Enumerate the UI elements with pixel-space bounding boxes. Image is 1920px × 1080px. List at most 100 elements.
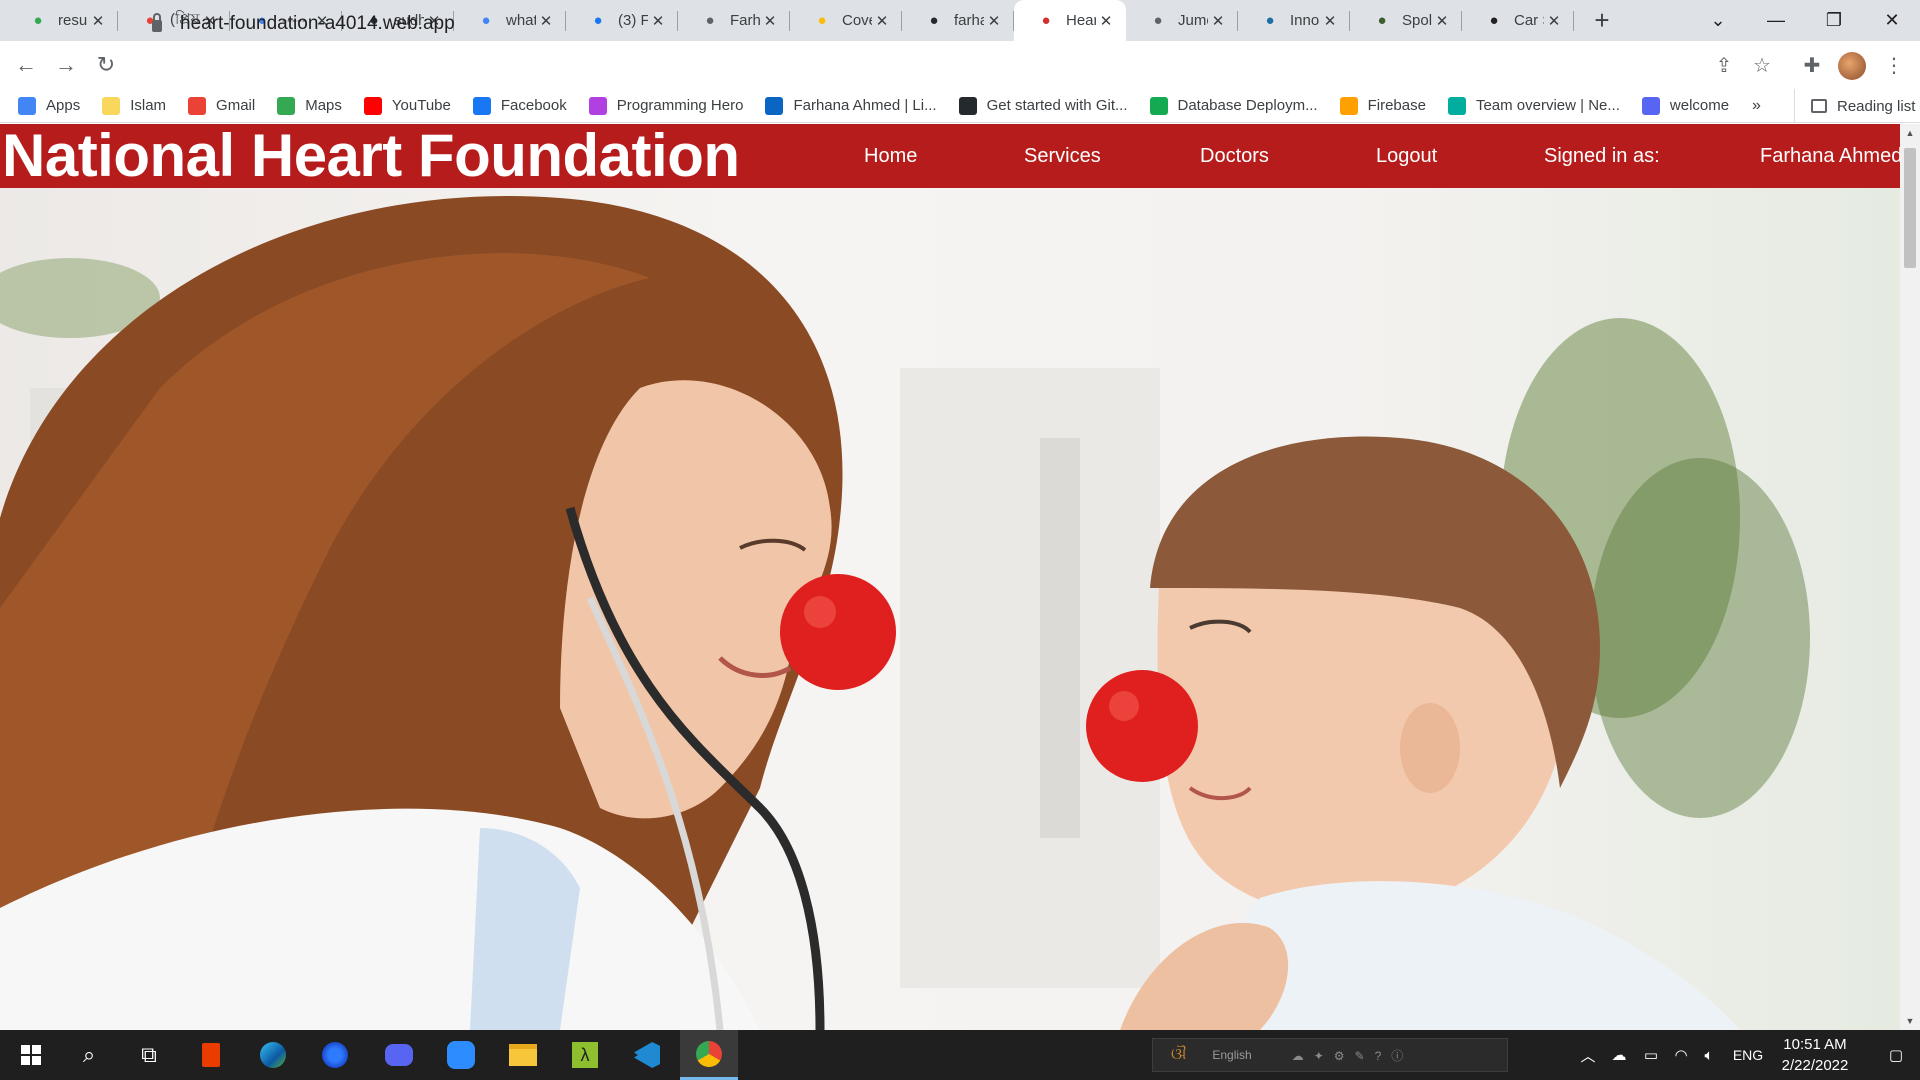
nav-services-link[interactable]: Services xyxy=(1024,124,1101,188)
reload-button[interactable]: ↻ xyxy=(86,45,126,85)
task-view-icon[interactable]: ⧉ xyxy=(120,1030,178,1080)
scroll-thumb[interactable] xyxy=(1904,148,1916,268)
show-hidden-icons-chevron[interactable]: ︿ xyxy=(1576,1030,1600,1080)
windows-logo-icon xyxy=(21,1045,41,1065)
ime-language-toolbar[interactable]: ଔ English ☁ ✦ ⚙ ✎ ? ⓘ xyxy=(1152,1038,1508,1072)
back-button[interactable]: ← xyxy=(6,45,46,85)
page-scrollbar[interactable]: ▲ ▼ xyxy=(1900,124,1920,1030)
more-bookmarks-button[interactable]: » xyxy=(1752,89,1761,123)
bookmark-label: Database Deploym... xyxy=(1177,97,1318,114)
bookmark-item[interactable]: Gmail xyxy=(188,96,256,115)
bookmark-item[interactable]: Firebase xyxy=(1339,96,1426,115)
bg-plant xyxy=(1590,458,1810,818)
chrome-icon[interactable] xyxy=(680,1030,738,1080)
scroll-up-arrow[interactable]: ▲ xyxy=(1900,124,1920,142)
bookmark-label: welcome xyxy=(1669,97,1730,114)
bookmark-star-icon[interactable]: ☆ xyxy=(1742,45,1782,85)
hero-image xyxy=(0,188,1900,1030)
bookmark-item[interactable]: Farhana Ahmed | Li... xyxy=(765,96,937,115)
bg-book xyxy=(1040,438,1080,838)
nav-doctors-link[interactable]: Doctors xyxy=(1200,124,1269,188)
signed-in-label: Signed in as: xyxy=(1544,144,1660,167)
bookmark-label: Get started with Git... xyxy=(986,97,1128,114)
bookmark-item[interactable]: Facebook xyxy=(472,96,567,115)
google-drive-icon: ● xyxy=(33,12,43,29)
discord-icon[interactable] xyxy=(370,1030,428,1080)
bookmark-label: Programming Hero xyxy=(616,97,744,114)
scroll-down-arrow[interactable]: ▼ xyxy=(1900,1012,1920,1030)
nav-home-link[interactable]: Home xyxy=(864,124,917,188)
nose-highlight xyxy=(1109,691,1139,721)
wifi-icon[interactable]: ◠ xyxy=(1666,1030,1696,1080)
notifications-icon[interactable]: ▢ xyxy=(1876,1030,1916,1080)
close-window-button[interactable]: ✕ xyxy=(1864,0,1920,41)
share-icon[interactable]: ⇪ xyxy=(1704,45,1744,85)
reading-list-label: Reading list xyxy=(1837,97,1916,115)
maximize-button[interactable]: ❐ xyxy=(1806,0,1862,41)
boy-clown-nose xyxy=(1086,670,1198,782)
edge-icon[interactable] xyxy=(244,1030,302,1080)
browser-tab[interactable]: ● resur✕ xyxy=(6,0,118,41)
office-icon[interactable] xyxy=(182,1030,240,1080)
forward-button[interactable]: → xyxy=(46,45,86,85)
taskbar-clock[interactable]: 10:51 AM 2/22/2022 xyxy=(1760,1034,1870,1076)
bookmark-label: Maps xyxy=(305,97,342,114)
bookmark-item[interactable]: Database Deploym... xyxy=(1149,96,1318,115)
doctor-clown-nose xyxy=(780,574,896,690)
close-tab-icon[interactable]: ✕ xyxy=(88,12,108,30)
page-viewport: National Heart Foundation Home Services … xyxy=(0,124,1900,1030)
bookmark-item[interactable]: Programming Hero xyxy=(588,96,744,115)
lambda-app-icon[interactable]: λ xyxy=(556,1030,614,1080)
browser-menu-icon[interactable]: ⋮ xyxy=(1874,45,1914,85)
bookmark-label: Apps xyxy=(46,97,81,114)
bookmark-item[interactable]: Maps xyxy=(277,96,342,115)
bookmark-label: Facebook xyxy=(500,97,567,114)
boy-ear xyxy=(1400,703,1460,793)
search-icon[interactable]: ⌕ xyxy=(60,1030,118,1080)
bookmark-item[interactable]: Islam xyxy=(102,96,167,115)
bookmark-item[interactable]: YouTube xyxy=(363,96,451,115)
netlify-icon xyxy=(1447,96,1466,115)
site-navbar: National Heart Foundation Home Services … xyxy=(0,124,1900,188)
extensions-puzzle-icon[interactable]: ✚ xyxy=(1792,45,1832,85)
lock-icon[interactable] xyxy=(152,13,162,32)
firebase-icon xyxy=(1339,96,1358,115)
apps-grid-icon xyxy=(18,96,36,115)
battery-icon[interactable]: ▭ xyxy=(1636,1030,1666,1080)
bookmark-item[interactable]: Apps xyxy=(18,96,81,115)
firefox-icon[interactable] xyxy=(306,1030,364,1080)
browser-toolbar: ← → ↻ xyxy=(0,41,1920,89)
url-text[interactable]: heart-foundation-a4014.web.app xyxy=(180,13,455,35)
windows-start-icon[interactable] xyxy=(2,1030,60,1080)
reading-list-button[interactable]: Reading list xyxy=(1794,89,1915,123)
reading-list-icon xyxy=(1811,99,1827,113)
bookmark-list: Apps Islam Gmail Maps YouTube Facebook Program… xyxy=(18,96,1751,115)
ime-language-label: English xyxy=(1212,1048,1252,1062)
file-explorer-icon[interactable] xyxy=(494,1030,552,1080)
bookmark-label: Firebase xyxy=(1367,97,1426,114)
bookmark-label: Team overview | Ne... xyxy=(1475,97,1620,114)
bookmark-label: Gmail xyxy=(216,97,256,114)
ime-tool-icon[interactable]: ☁ ✦ ⚙ ✎ ? ⓘ xyxy=(1292,1047,1404,1064)
folder-icon xyxy=(102,96,121,115)
bookmark-item[interactable]: Get started with Git... xyxy=(958,96,1128,115)
address-bar[interactable]: heart-foundation-a4014.web.app xyxy=(138,6,1778,42)
volume-icon[interactable]: 🔈︎ xyxy=(1694,1030,1724,1080)
facebook-icon xyxy=(472,96,491,115)
gmail-icon xyxy=(188,96,207,115)
clock-time: 10:51 AM xyxy=(1783,1036,1847,1053)
signed-in-user-name: Farhana Ahmed xyxy=(1760,144,1900,167)
mongodb-icon xyxy=(1149,96,1168,115)
vscode-icon[interactable] xyxy=(618,1030,676,1080)
zoom-icon[interactable] xyxy=(432,1030,490,1080)
bookmark-label: Farhana Ahmed | Li... xyxy=(793,97,937,114)
bookmark-item[interactable]: Team overview | Ne... xyxy=(1447,96,1620,115)
profile-avatar[interactable] xyxy=(1838,52,1866,80)
site-brand-title[interactable]: National Heart Foundation xyxy=(2,126,740,186)
youtube-icon xyxy=(363,96,382,115)
onedrive-cloud-icon[interactable]: ☁ xyxy=(1604,1030,1634,1080)
nav-logout-link[interactable]: Logout xyxy=(1376,124,1437,188)
bookmark-label: Islam xyxy=(130,97,167,114)
bookmark-item[interactable]: welcome xyxy=(1641,96,1730,115)
ime-logo-icon: ଔ xyxy=(1171,1046,1187,1063)
